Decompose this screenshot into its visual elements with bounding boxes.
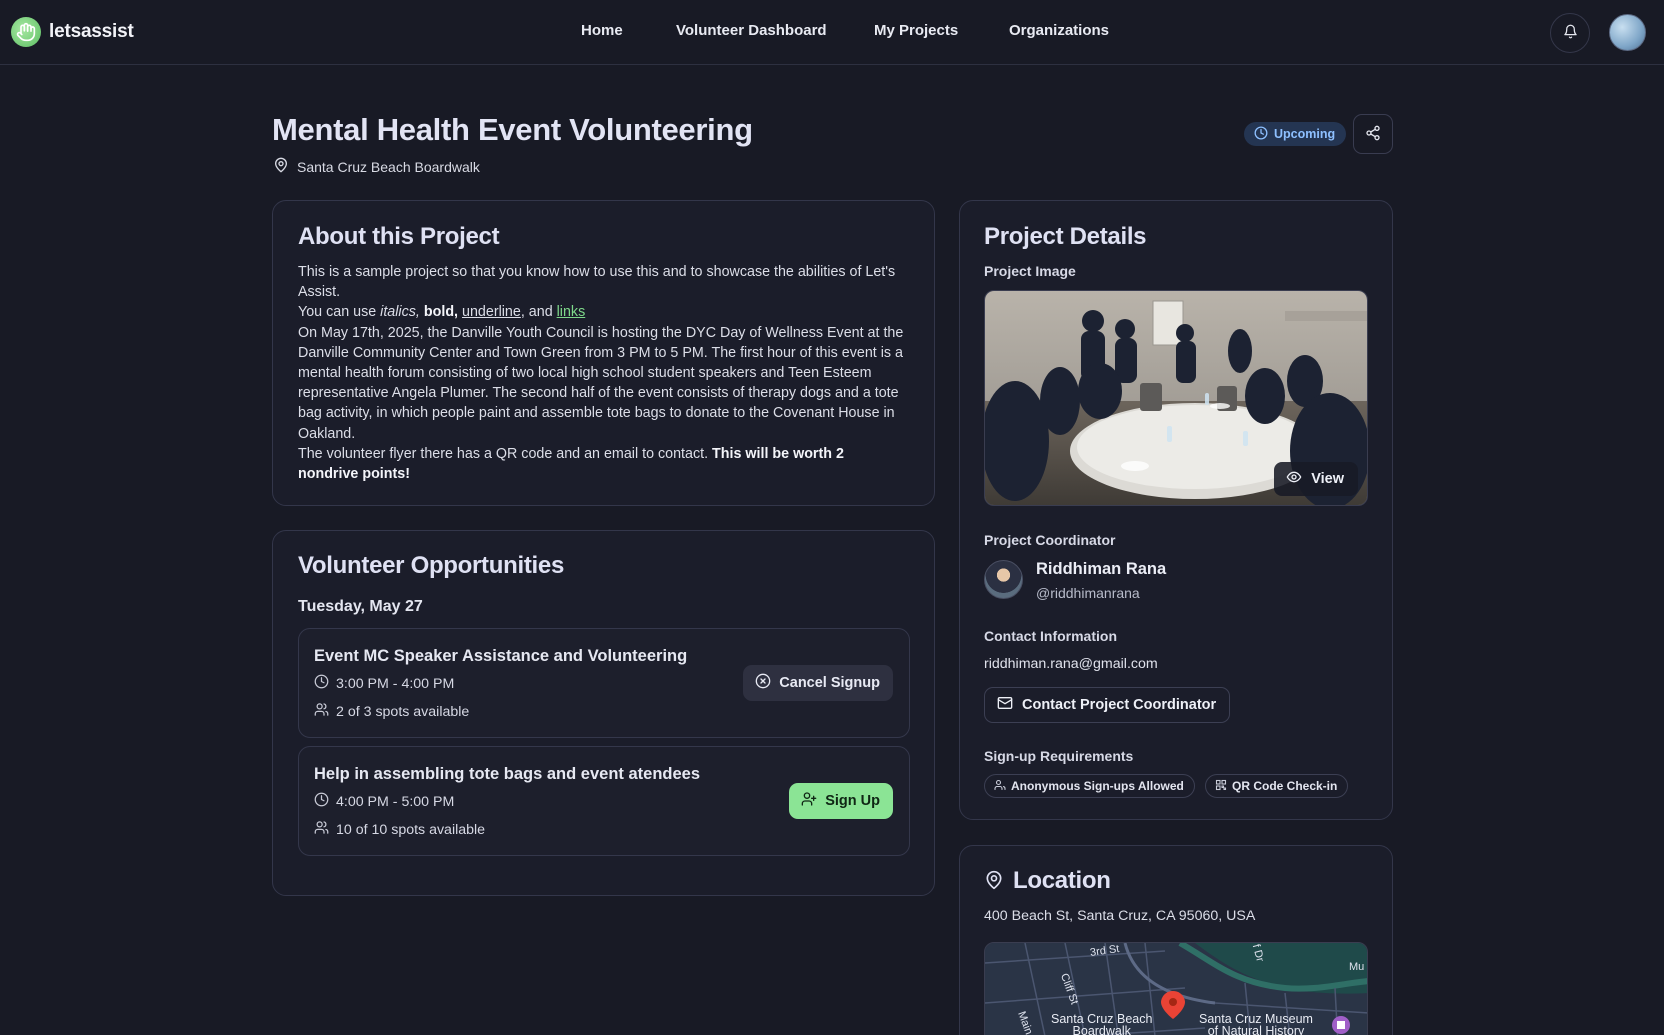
- nav-home[interactable]: Home: [581, 22, 623, 39]
- map-label-boardwalk: Santa Cruz Beach Boardwalk: [1051, 1013, 1152, 1035]
- requirement-label: Anonymous Sign-ups Allowed: [1011, 779, 1184, 793]
- cancel-signup-button[interactable]: Cancel Signup: [743, 665, 893, 701]
- users-icon: [314, 820, 329, 839]
- about-text: The volunteer flyer there has a QR code …: [298, 445, 713, 462]
- coordinator-name: Riddhiman Rana: [1036, 560, 1167, 578]
- status-badge: Upcoming: [1244, 122, 1347, 146]
- user-avatar[interactable]: [1609, 14, 1646, 51]
- share-icon: [1365, 125, 1381, 144]
- share-button[interactable]: [1353, 114, 1393, 154]
- details-title: Project Details: [984, 223, 1147, 250]
- about-description: This is a sample project so that you kno…: [298, 262, 908, 484]
- clock-icon: [314, 674, 329, 693]
- nav-organizations[interactable]: Organizations: [1009, 22, 1109, 39]
- slot-time-text: 3:00 PM - 4:00 PM: [336, 675, 455, 692]
- location-title: Location: [1013, 867, 1111, 894]
- coordinator-label: Project Coordinator: [984, 532, 1116, 548]
- view-label: View: [1311, 471, 1344, 487]
- contact-info-label: Contact Information: [984, 628, 1117, 644]
- opportunity-date: Tuesday, May 27: [298, 598, 423, 615]
- location-card: Location 400 Beach St, Santa Cruz, CA 95…: [959, 845, 1393, 1035]
- qr-code-icon: [1215, 779, 1227, 794]
- location-heading: Location: [984, 867, 1111, 895]
- sign-up-button[interactable]: Sign Up: [789, 783, 893, 819]
- project-image-label: Project Image: [984, 263, 1076, 279]
- location-map[interactable]: 3rd St Cliff St Main f Dr Mu Santa Cruz …: [984, 942, 1368, 1035]
- nav-links: Home Volunteer Dashboard My Projects Org…: [0, 22, 1664, 44]
- location-address: 400 Beach St, Santa Cruz, CA 95060, USA: [984, 908, 1256, 924]
- slot-spots: 2 of 3 spots available: [314, 702, 469, 721]
- opportunity-slot: Help in assembling tote bags and event a…: [298, 746, 910, 856]
- slot-time: 4:00 PM - 5:00 PM: [314, 792, 454, 811]
- slot-spots: 10 of 10 spots available: [314, 820, 485, 839]
- clock-icon: [314, 792, 329, 811]
- contact-coordinator-label: Contact Project Coordinator: [1022, 697, 1217, 713]
- slot-time: 3:00 PM - 4:00 PM: [314, 674, 454, 693]
- slot-title: Help in assembling tote bags and event a…: [314, 765, 701, 783]
- requirement-label: QR Code Check-in: [1232, 779, 1338, 793]
- page-title: Mental Health Event Volunteering: [272, 112, 753, 147]
- clock-icon: [1254, 126, 1268, 143]
- nav-volunteer-dashboard[interactable]: Volunteer Dashboard: [676, 22, 827, 39]
- links-link[interactable]: links: [557, 304, 586, 320]
- about-title: About this Project: [298, 223, 500, 250]
- slot-spots-text: 10 of 10 spots available: [336, 821, 486, 838]
- about-paragraph: On May 17th, 2025, the Danville Youth Co…: [298, 324, 904, 442]
- italic-text: italics,: [380, 304, 420, 321]
- user-icon: [994, 779, 1006, 794]
- project-location: Santa Cruz Beach Boardwalk: [273, 157, 480, 176]
- requirements-label: Sign-up Requirements: [984, 748, 1134, 764]
- coordinator-avatar: [984, 560, 1023, 599]
- users-icon: [314, 702, 329, 721]
- opportunities-title: Volunteer Opportunities: [298, 552, 564, 579]
- nav-my-projects[interactable]: My Projects: [874, 22, 958, 39]
- map-place-name: of Natural History: [1207, 1024, 1305, 1035]
- project-image[interactable]: View: [984, 290, 1368, 506]
- slot-time-text: 4:00 PM - 5:00 PM: [336, 793, 455, 810]
- map-pin-icon: [984, 870, 1004, 893]
- contact-email: riddhiman.rana@gmail.com: [984, 656, 1158, 672]
- underline-text: underline: [462, 304, 521, 321]
- about-text: You can use: [298, 304, 381, 321]
- map-pin-icon: [273, 157, 289, 176]
- opportunity-slot: Event MC Speaker Assistance and Voluntee…: [298, 628, 910, 738]
- map-place-name: Boardwalk: [1072, 1024, 1131, 1035]
- about-line-1: This is a sample project so that you kno…: [298, 264, 896, 301]
- about-card: About this Project This is a sample proj…: [272, 200, 935, 506]
- anonymous-signups-badge: Anonymous Sign-ups Allowed: [984, 774, 1195, 798]
- notifications-button[interactable]: [1550, 13, 1590, 53]
- qr-checkin-badge: QR Code Check-in: [1205, 774, 1349, 798]
- slot-spots-text: 2 of 3 spots available: [336, 703, 470, 720]
- about-text: , and: [520, 304, 557, 321]
- bell-icon: [1563, 24, 1578, 42]
- eye-icon: [1286, 469, 1302, 489]
- project-location-text: Santa Cruz Beach Boardwalk: [297, 158, 480, 175]
- map-label-museum: Santa Cruz Museum of Natural History: [1199, 1013, 1313, 1035]
- coordinator-handle: @riddhimanrana: [1036, 585, 1140, 601]
- top-navbar: letsassist Home Volunteer Dashboard My P…: [0, 0, 1664, 65]
- about-line-2: You can use italics, bold, underline, an…: [298, 302, 908, 322]
- project-details-card: Project Details Project Image View Proje…: [959, 200, 1393, 820]
- x-circle-icon: [755, 673, 771, 693]
- mail-icon: [997, 695, 1013, 715]
- user-plus-icon: [801, 791, 817, 811]
- status-badge-label: Upcoming: [1274, 127, 1336, 141]
- cancel-signup-label: Cancel Signup: [779, 675, 880, 691]
- map-label-mu: Mu: [1349, 961, 1365, 973]
- slot-title: Event MC Speaker Assistance and Voluntee…: [314, 647, 688, 665]
- about-last-line: The volunteer flyer there has a QR code …: [298, 444, 908, 484]
- volunteer-opportunities-card: Volunteer Opportunities Tuesday, May 27 …: [272, 530, 935, 896]
- sign-up-label: Sign Up: [825, 793, 880, 809]
- view-image-button[interactable]: View: [1274, 462, 1358, 496]
- contact-coordinator-button[interactable]: Contact Project Coordinator: [984, 687, 1231, 723]
- bold-text: bold,: [423, 304, 459, 321]
